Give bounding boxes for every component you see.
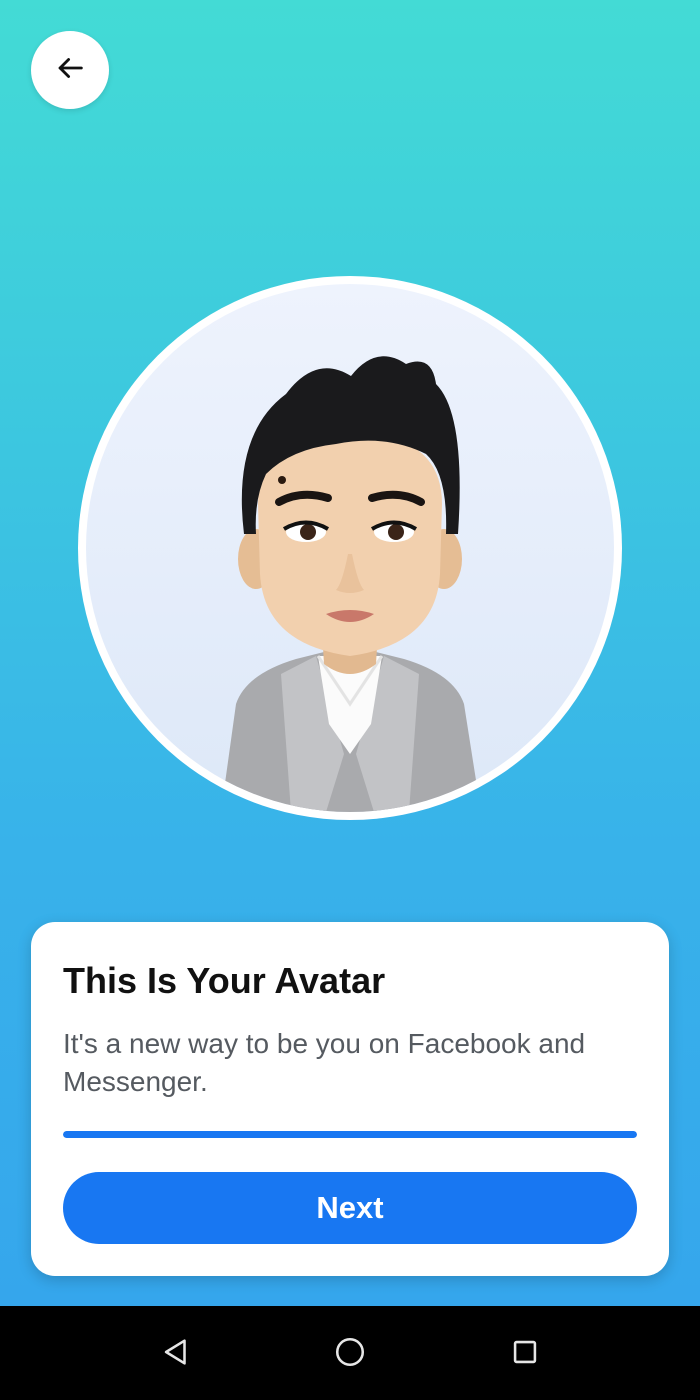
system-navbar <box>0 1306 700 1400</box>
avatar-frame <box>78 276 622 820</box>
card-title: This Is Your Avatar <box>63 960 386 1001</box>
circle-home-icon <box>333 1335 367 1374</box>
arrow-left-icon <box>53 51 87 90</box>
triangle-back-icon <box>159 1335 193 1374</box>
progress-fill <box>63 1131 637 1138</box>
nav-recents-button[interactable] <box>507 1336 543 1372</box>
avatar-image <box>86 284 614 812</box>
next-button[interactable]: Next <box>63 1172 637 1244</box>
intro-card: This Is Your Avatar It's a new way to be… <box>31 922 669 1276</box>
progress-bar <box>63 1131 637 1138</box>
square-recents-icon <box>508 1335 542 1374</box>
back-button[interactable] <box>31 31 109 109</box>
card-subtitle: It's a new way to be you on Facebook and… <box>63 1028 586 1097</box>
nav-home-button[interactable] <box>332 1336 368 1372</box>
app-screen: This Is Your Avatar It's a new way to be… <box>0 0 700 1306</box>
nav-back-button[interactable] <box>158 1336 194 1372</box>
